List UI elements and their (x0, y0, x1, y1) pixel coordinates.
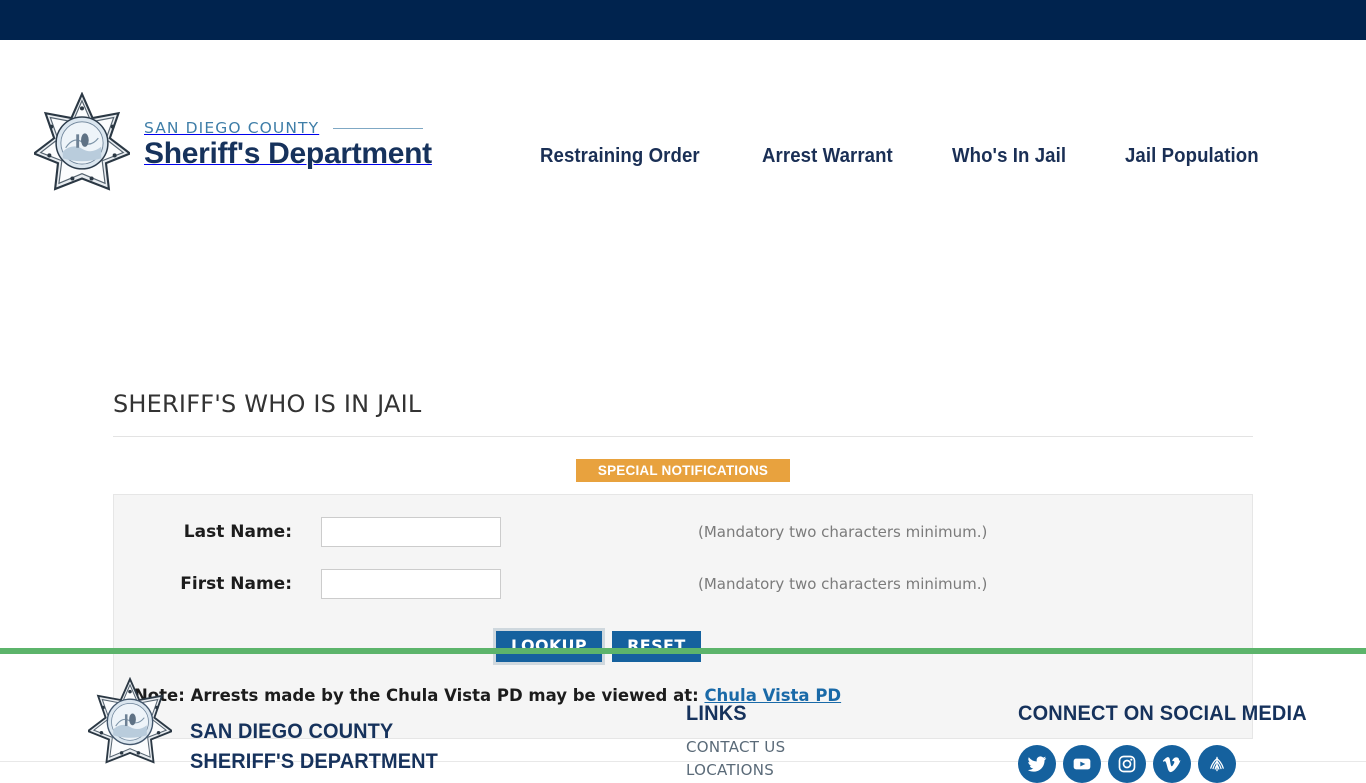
header-brand-text: SAN DIEGO COUNTY Sheriff's Department (144, 113, 432, 171)
header-brand-rule (333, 127, 424, 129)
nav-item-arrest-warrant[interactable]: Arrest Warrant (762, 145, 893, 168)
footer-brand-county: SAN DIEGO COUNTY (190, 720, 394, 743)
instagram-link[interactable] (1108, 745, 1146, 783)
title-divider (113, 436, 1253, 437)
main-navigation: Restraining Order Arrest Warrant Who's I… (540, 145, 1269, 168)
reset-button[interactable]: RESET (612, 631, 701, 663)
form-button-row: LOOKUP RESET (492, 627, 701, 666)
header-brand-county: SAN DIEGO COUNTY (144, 119, 432, 137)
first-name-hint: (Mandatory two characters minimum.) (698, 575, 988, 593)
social-icon-row (1018, 745, 1322, 783)
first-name-field-row: First Name: (180, 569, 501, 599)
footer-brand-text: SAN DIEGO COUNTY SHERIFF'S DEPARTMENT (190, 677, 438, 777)
top-navy-bar (0, 0, 1366, 40)
nav-item-whos-in-jail[interactable]: Who's In Jail (952, 145, 1066, 168)
header-brand-county-text: SAN DIEGO COUNTY (144, 119, 320, 137)
twitter-icon (1027, 756, 1047, 772)
nav-item-restraining-order[interactable]: Restraining Order (540, 145, 700, 168)
sheriff-star-badge-icon (88, 677, 172, 764)
vimeo-link[interactable] (1153, 745, 1191, 783)
youtube-link[interactable] (1063, 745, 1101, 783)
footer-link-locations[interactable]: LOCATIONS (686, 759, 785, 782)
nav-item-jail-population[interactable]: Jail Population (1125, 145, 1259, 168)
youtube-icon (1073, 758, 1091, 770)
footer-social-column: CONNECT ON SOCIAL MEDIA (1018, 702, 1322, 783)
footer-social-heading: CONNECT ON SOCIAL MEDIA (1018, 702, 1307, 725)
special-notifications-badge[interactable]: SPECIAL NOTIFICATIONS (576, 459, 790, 482)
footer-brand-department: SHERIFF'S DEPARTMENT (190, 749, 438, 773)
sheriff-star-badge-icon (34, 92, 130, 191)
first-name-input[interactable] (321, 569, 501, 599)
last-name-label: Last Name: (183, 522, 292, 542)
first-name-label: First Name: (180, 574, 292, 594)
header-brand-link[interactable]: SAN DIEGO COUNTY Sheriff's Department (34, 92, 432, 192)
footer-link-contact-us[interactable]: CONTACT US (686, 736, 785, 759)
footer-green-divider (0, 648, 1366, 654)
footer-links-column: LINKS CONTACT US LOCATIONS (686, 702, 785, 781)
site-header: SAN DIEGO COUNTY Sheriff's Department Re… (0, 40, 1366, 191)
instagram-icon (1118, 755, 1136, 773)
last-name-input[interactable] (321, 517, 501, 547)
vimeo-icon (1162, 757, 1181, 773)
last-name-field-row: Last Name: (180, 517, 501, 547)
header-brand-department: Sheriff's Department (144, 137, 432, 170)
nextdoor-icon (1210, 756, 1224, 772)
last-name-hint: (Mandatory two characters minimum.) (698, 523, 988, 541)
twitter-link[interactable] (1018, 745, 1056, 783)
lookup-button[interactable]: LOOKUP (492, 627, 606, 666)
nextdoor-link[interactable] (1198, 745, 1236, 783)
footer-brand: SAN DIEGO COUNTY SHERIFF'S DEPARTMENT (88, 677, 451, 777)
page-title: SHERIFF'S WHO IS IN JAIL (113, 390, 422, 418)
footer-links-heading: LINKS (686, 702, 747, 725)
